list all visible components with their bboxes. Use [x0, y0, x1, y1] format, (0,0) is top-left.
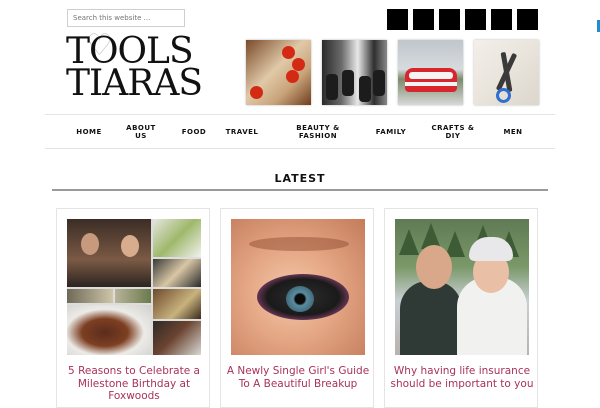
- nav-home[interactable]: HOME: [67, 115, 111, 148]
- post-image-1[interactable]: [67, 219, 201, 355]
- social-icon-6[interactable]: [517, 9, 538, 30]
- food-thumbnail[interactable]: [246, 40, 311, 105]
- nav-crafts-diy[interactable]: CRAFTS & DIY: [428, 115, 478, 148]
- post-card-3[interactable]: Why having life insurance should be impo…: [384, 208, 538, 408]
- latest-divider: [52, 189, 548, 191]
- crafts-thumbnail[interactable]: [474, 40, 539, 105]
- nav-travel[interactable]: TRAVEL: [219, 115, 265, 148]
- post-card-2[interactable]: A Newly Single Girl's Guide To A Beautif…: [220, 208, 374, 408]
- post-image-2[interactable]: [231, 219, 365, 355]
- search-input[interactable]: [67, 9, 185, 27]
- fashion-thumbnail[interactable]: [322, 40, 387, 105]
- social-icon-4[interactable]: [465, 9, 486, 30]
- logo-line-2: TIARAS: [66, 63, 203, 104]
- social-icons: [387, 9, 538, 30]
- nav-beauty-fashion[interactable]: BEAUTY & FASHION: [288, 115, 348, 148]
- post-title-1[interactable]: 5 Reasons to Celebrate a Milestone Birth…: [61, 365, 207, 403]
- social-icon-5[interactable]: [491, 9, 512, 30]
- category-thumbnails: [246, 40, 539, 105]
- nav-about-us[interactable]: ABOUT US: [121, 115, 161, 148]
- social-icon-1[interactable]: [387, 9, 408, 30]
- post-image-3[interactable]: [395, 219, 529, 355]
- travel-thumbnail[interactable]: [398, 40, 463, 105]
- post-card-1[interactable]: 5 Reasons to Celebrate a Milestone Birth…: [56, 208, 210, 408]
- latest-heading: LATEST: [274, 172, 326, 185]
- nav-men[interactable]: MEN: [497, 115, 529, 148]
- nav-food[interactable]: FOOD: [175, 115, 213, 148]
- social-icon-2[interactable]: [413, 9, 434, 30]
- nav-family[interactable]: FAMILY: [369, 115, 413, 148]
- social-icon-3[interactable]: [439, 9, 460, 30]
- post-title-2[interactable]: A Newly Single Girl's Guide To A Beautif…: [225, 365, 371, 390]
- site-logo[interactable]: ♡ TOOLS TIARAS: [66, 31, 203, 105]
- main-navigation: HOME ABOUT US FOOD TRAVEL BEAUTY & FASHI…: [45, 114, 555, 149]
- post-title-3[interactable]: Why having life insurance should be impo…: [389, 365, 535, 390]
